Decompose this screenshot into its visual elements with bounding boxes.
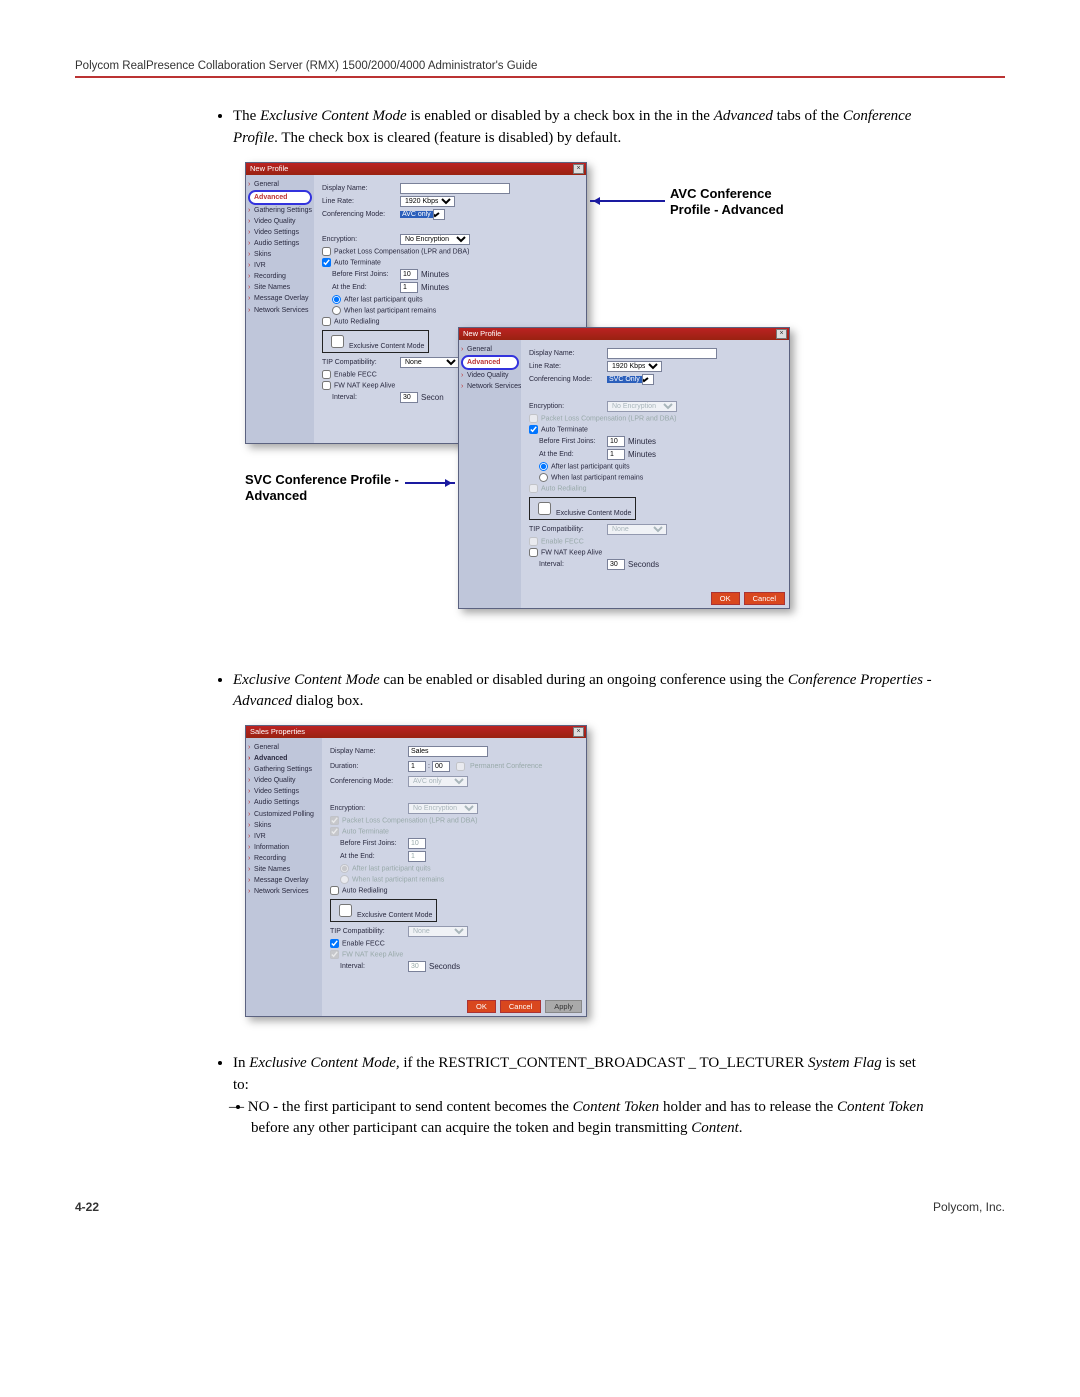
fw-nat-checkbox[interactable] <box>529 548 538 557</box>
conf-mode-select: AVC only <box>408 776 468 787</box>
encryption-select: No Encryption <box>408 803 478 814</box>
page-footer: 4-22 Polycom, Inc. <box>75 1200 1005 1214</box>
callout-arrow-avc <box>590 200 665 202</box>
page-header: Polycom RealPresence Collaboration Serve… <box>75 60 1005 78</box>
display-name-input[interactable] <box>400 183 510 194</box>
line-rate-select[interactable]: 1920 Kbps <box>607 361 662 372</box>
fw-nat-checkbox[interactable] <box>322 381 331 390</box>
ok-button[interactable]: OK <box>467 1000 496 1013</box>
fw-nat-checkbox <box>330 950 339 959</box>
callout-arrow-svc <box>405 482 455 484</box>
auto-redial-checkbox[interactable] <box>330 886 339 895</box>
duration-m-input[interactable] <box>432 761 450 772</box>
sub-bullet-1: NO - the first participant to send conte… <box>251 1097 935 1141</box>
enable-fecc-checkbox <box>529 537 538 546</box>
close-icon[interactable]: × <box>573 727 584 737</box>
dialog-titlebar-svc: New Profile × <box>459 328 789 340</box>
cancel-button[interactable]: Cancel <box>744 592 785 605</box>
figure-1: New Profile × General Advanced Gathering… <box>245 162 1005 642</box>
ecm-box: Exclusive Content Mode <box>322 330 429 353</box>
callout-avc: AVC Conference Profile - Advanced <box>670 186 784 219</box>
auto-redial-checkbox[interactable] <box>322 317 331 326</box>
at-end-input <box>408 851 426 862</box>
tip-select: None <box>607 524 667 535</box>
display-name-input[interactable] <box>408 746 488 757</box>
after-last-radio[interactable] <box>539 462 548 471</box>
conf-mode-select[interactable] <box>642 374 654 385</box>
sidebar-svc: General Advanced Video Quality Network S… <box>459 340 521 608</box>
plc-checkbox <box>529 414 538 423</box>
close-icon[interactable]: × <box>776 329 787 339</box>
close-icon[interactable]: × <box>573 164 584 174</box>
when-last-radio <box>340 875 349 884</box>
cancel-button[interactable]: Cancel <box>500 1000 541 1013</box>
dialog-titlebar: Sales Properties × <box>246 726 586 738</box>
apply-button[interactable]: Apply <box>545 1000 582 1013</box>
auto-terminate-checkbox[interactable] <box>322 258 331 267</box>
plc-checkbox <box>330 816 339 825</box>
interval-input <box>408 961 426 972</box>
when-last-radio[interactable] <box>332 306 341 315</box>
sidebar: General Advanced Gathering Settings Vide… <box>246 175 314 443</box>
ecm-checkbox[interactable] <box>538 502 551 515</box>
auto-terminate-checkbox <box>330 827 339 836</box>
enable-fecc-checkbox[interactable] <box>322 370 331 379</box>
callout-svc: SVC Conference Profile - Advanced <box>245 472 399 505</box>
before-first-input[interactable] <box>400 269 418 280</box>
bullet-2: Exclusive Content Mode can be enabled or… <box>233 670 935 714</box>
duration-h-input[interactable] <box>408 761 426 772</box>
ecm-checkbox[interactable] <box>331 335 344 348</box>
after-last-radio[interactable] <box>332 295 341 304</box>
auto-terminate-checkbox[interactable] <box>529 425 538 434</box>
ok-button[interactable]: OK <box>711 592 740 605</box>
encryption-select: No Encryption <box>607 401 677 412</box>
encryption-select[interactable]: No Encryption <box>400 234 470 245</box>
before-first-input <box>408 838 426 849</box>
auto-redial-checkbox <box>529 484 538 493</box>
plc-checkbox[interactable] <box>322 247 331 256</box>
interval-input[interactable] <box>400 392 418 403</box>
permanent-checkbox <box>456 762 465 771</box>
line-rate-select[interactable]: 1920 Kbps <box>400 196 455 207</box>
ecm-checkbox[interactable] <box>339 904 352 917</box>
dialog-titlebar: New Profile × <box>246 163 586 175</box>
after-last-radio <box>340 864 349 873</box>
interval-input[interactable] <box>607 559 625 570</box>
tip-select: None <box>408 926 468 937</box>
dialog-svc-profile: New Profile × General Advanced Video Qua… <box>458 327 790 609</box>
tip-select[interactable]: None <box>400 357 460 368</box>
enable-fecc-checkbox[interactable] <box>330 939 339 948</box>
display-name-input[interactable] <box>607 348 717 359</box>
at-end-input[interactable] <box>400 282 418 293</box>
ecm-box: Exclusive Content Mode <box>529 497 636 520</box>
sidebar: General Advanced Gathering Settings Vide… <box>246 738 322 1016</box>
figure-2: Sales Properties × General Advanced Gath… <box>245 725 1005 1025</box>
at-end-input[interactable] <box>607 449 625 460</box>
conf-mode-select[interactable] <box>433 209 445 220</box>
ecm-box: Exclusive Content Mode <box>330 899 437 922</box>
before-first-input[interactable] <box>607 436 625 447</box>
bullet-3: In Exclusive Content Mode, if the RESTRI… <box>233 1053 935 1140</box>
dialog-sales-properties: Sales Properties × General Advanced Gath… <box>245 725 587 1017</box>
when-last-radio[interactable] <box>539 473 548 482</box>
bullet-1: The Exclusive Content Mode is enabled or… <box>233 106 935 150</box>
